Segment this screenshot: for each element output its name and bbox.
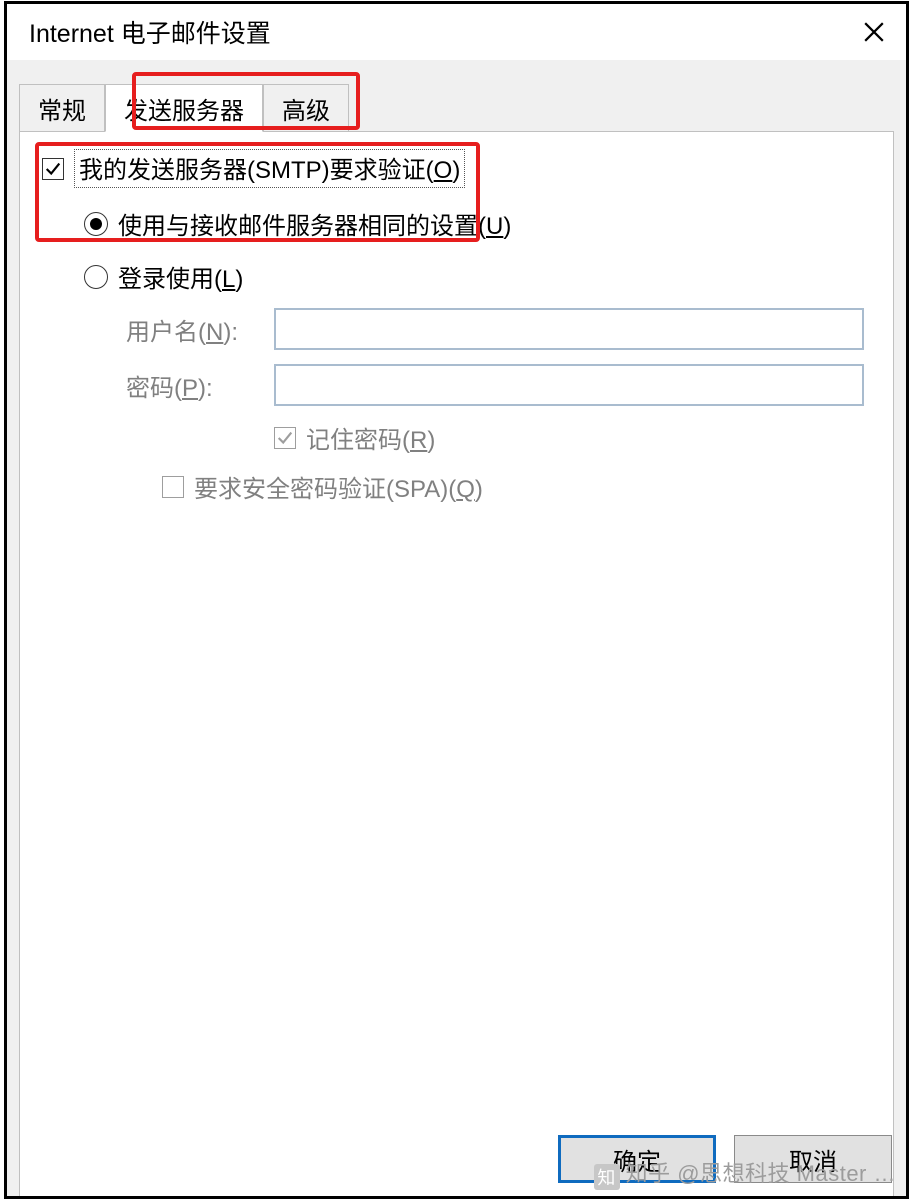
row-username: 用户名(N): [126,308,883,350]
row-remember-password: 记住密码(R) [274,420,883,455]
dialog-footer: 确定 取消 [7,1122,906,1196]
row-password: 密码(P): [126,364,883,406]
tab-outgoing-server[interactable]: 发送服务器 [105,84,263,132]
radio-same-settings-label: 使用与接收邮件服务器相同的设置(U) [118,206,511,241]
row-spa: 要求安全密码验证(SPA)(Q) [162,469,883,504]
checkbox-remember-password[interactable] [274,427,296,449]
tab-page: 我的发送服务器(SMTP)要求验证(O) 使用与接收邮件服务器相同的设置(U) … [19,131,894,1196]
tab-advanced[interactable]: 高级 [263,84,349,132]
password-input[interactable] [274,364,864,406]
checkbox-remember-password-label: 记住密码(R) [306,420,435,455]
radio-logon-using-label: 登录使用(L) [118,259,243,294]
client-area: 常规 发送服务器 高级 我的发送服务器(SMTP)要求 [7,60,906,1196]
row-radio-same: 使用与接收邮件服务器相同的设置(U) [84,206,883,241]
ok-button-label: 确定 [613,1142,661,1177]
dialog-title: Internet 电子邮件设置 [29,14,271,50]
radio-same-settings[interactable] [84,212,108,236]
dialog-window: Internet 电子邮件设置 常规 发送服务器 高级 [4,1,909,1199]
username-input[interactable] [274,308,864,350]
form-content: 我的发送服务器(SMTP)要求验证(O) 使用与接收邮件服务器相同的设置(U) … [42,149,883,504]
password-label: 密码(P): [126,368,274,403]
checkbox-spa-label: 要求安全密码验证(SPA)(Q) [194,469,483,504]
checkbox-smtp-auth[interactable] [42,158,64,180]
close-icon[interactable] [860,18,888,46]
checkbox-spa[interactable] [162,476,184,498]
focus-rect: 我的发送服务器(SMTP)要求验证(O) [74,149,465,188]
checkbox-smtp-auth-label: 我的发送服务器(SMTP)要求验证(O) [79,157,460,184]
tab-label: 常规 [38,91,86,126]
cancel-button[interactable]: 取消 [734,1135,892,1183]
row-radio-login: 登录使用(L) [84,259,883,294]
tab-label: 高级 [282,91,330,126]
tab-label: 发送服务器 [124,91,244,126]
radio-logon-using[interactable] [84,265,108,289]
radio-dot-icon [90,218,102,230]
row-smtp-auth: 我的发送服务器(SMTP)要求验证(O) [42,149,883,188]
tab-strip: 常规 发送服务器 高级 [19,82,894,132]
titlebar: Internet 电子邮件设置 [7,4,906,60]
ok-button[interactable]: 确定 [558,1135,716,1183]
cancel-button-label: 取消 [789,1142,837,1177]
tab-general[interactable]: 常规 [19,84,105,132]
username-label: 用户名(N): [126,312,274,347]
